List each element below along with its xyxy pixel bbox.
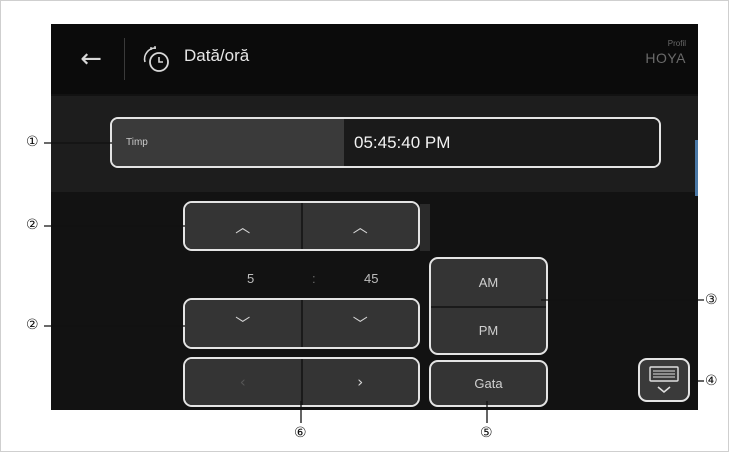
callout-lines xyxy=(44,142,704,423)
callout-2-bottom: ② xyxy=(26,317,39,333)
callout-3: ③ xyxy=(705,292,718,308)
callout-5: ⑤ xyxy=(480,425,493,441)
callout-6: ⑥ xyxy=(294,425,307,441)
callout-4: ④ xyxy=(705,373,718,389)
callout-1: ① xyxy=(26,134,39,150)
callout-2-top: ② xyxy=(26,217,39,233)
